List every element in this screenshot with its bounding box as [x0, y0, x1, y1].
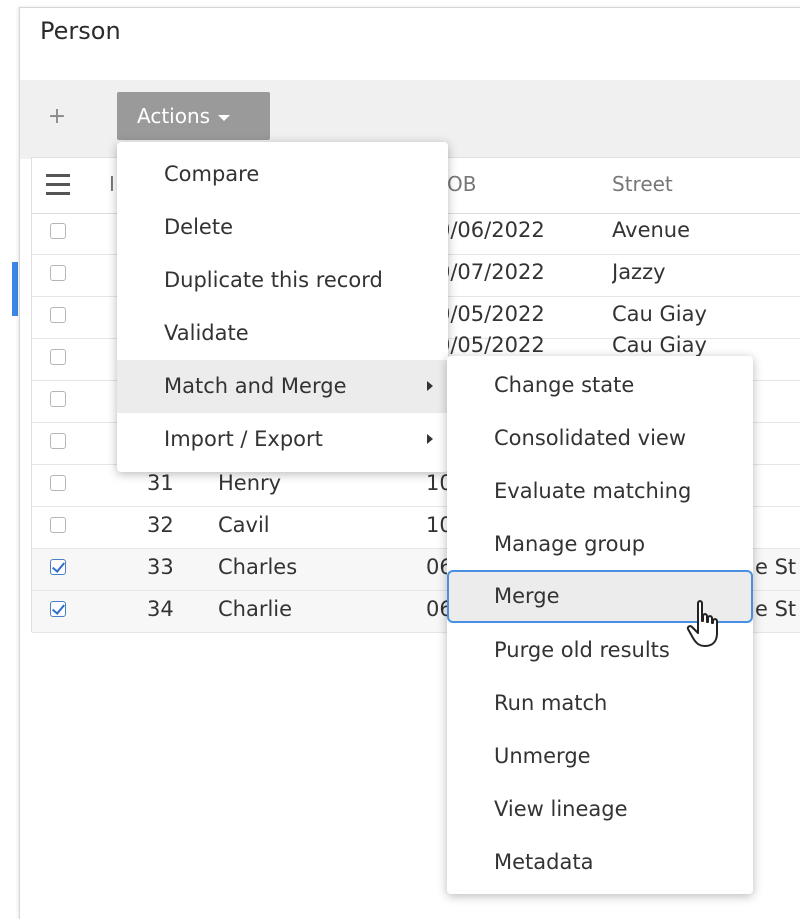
- submenu-item-run-match[interactable]: Run match: [447, 677, 753, 730]
- cell-id: 34: [147, 597, 174, 621]
- menu-item-import-export[interactable]: Import / Export: [117, 413, 448, 466]
- add-button[interactable]: +: [45, 102, 69, 132]
- row-checkbox[interactable]: [50, 559, 66, 575]
- cell-dob: 06: [426, 597, 448, 621]
- row-checkbox[interactable]: [50, 517, 66, 533]
- cell-name: Henry: [218, 471, 282, 495]
- row-checkbox[interactable]: [50, 307, 66, 323]
- screen: Person + Actions I OB Street 0/06/2022 A…: [0, 0, 800, 919]
- cell-name: Cavil: [218, 513, 270, 537]
- cell-id: 33: [147, 555, 174, 579]
- chevron-right-icon: [427, 434, 433, 444]
- submenu-item-consolidated-view[interactable]: Consolidated view: [447, 412, 753, 465]
- menu-item-label: Import / Export: [164, 427, 323, 451]
- cell-dob: 0/05/2022: [437, 333, 545, 357]
- row-checkbox[interactable]: [50, 265, 66, 281]
- actions-menu: Compare Delete Duplicate this record Val…: [117, 142, 448, 472]
- caret-down-icon: [218, 114, 231, 121]
- cell-street: e St: [755, 555, 797, 579]
- row-checkbox[interactable]: [50, 433, 66, 449]
- cell-street: Jazzy: [612, 260, 666, 284]
- menu-item-validate[interactable]: Validate: [117, 307, 448, 360]
- cell-name: Charles: [218, 555, 298, 579]
- submenu-item-view-lineage[interactable]: View lineage: [447, 783, 753, 836]
- cell-id: 31: [147, 471, 174, 495]
- cell-dob: 0/06/2022: [437, 218, 545, 242]
- cell-street: e St: [755, 597, 797, 621]
- menu-item-match-and-merge[interactable]: Match and Merge: [117, 360, 448, 413]
- cell-street: Avenue: [612, 218, 691, 242]
- column-header-street[interactable]: Street: [612, 172, 673, 196]
- cell-dob: 10: [426, 513, 448, 537]
- menu-item-compare[interactable]: Compare: [117, 148, 448, 201]
- hand-pointer-icon: [686, 600, 718, 647]
- actions-button-label: Actions: [137, 104, 211, 128]
- row-checkbox[interactable]: [50, 349, 66, 365]
- submenu-item-change-state[interactable]: Change state: [447, 359, 753, 412]
- cell-name: Charlie: [218, 597, 293, 621]
- submenu-item-metadata[interactable]: Metadata: [447, 836, 753, 889]
- chevron-right-icon: [427, 381, 433, 391]
- menu-item-delete[interactable]: Delete: [117, 201, 448, 254]
- submenu-item-unmerge[interactable]: Unmerge: [447, 730, 753, 783]
- row-checkbox[interactable]: [50, 223, 66, 239]
- column-menu-icon[interactable]: [46, 174, 70, 196]
- cell-id: 32: [147, 513, 174, 537]
- page-title: Person: [40, 17, 121, 45]
- actions-button[interactable]: Actions: [117, 92, 270, 140]
- cell-dob: 06: [426, 555, 448, 579]
- row-checkbox[interactable]: [50, 391, 66, 407]
- cell-dob: 0/05/2022: [437, 302, 545, 326]
- row-checkbox[interactable]: [50, 601, 66, 617]
- cell-street: Cau Giay: [612, 302, 707, 326]
- left-accent-bar: [12, 262, 18, 316]
- column-header-id[interactable]: I: [109, 172, 115, 196]
- cell-street: Cau Giay: [612, 333, 707, 357]
- menu-item-label: Match and Merge: [164, 374, 347, 398]
- row-checkbox[interactable]: [50, 475, 66, 491]
- menu-item-duplicate[interactable]: Duplicate this record: [117, 254, 448, 307]
- cell-dob: 10: [426, 471, 448, 495]
- column-header-dob[interactable]: OB: [447, 172, 476, 196]
- cell-dob: 0/07/2022: [437, 260, 545, 284]
- submenu-item-manage-group[interactable]: Manage group: [447, 518, 753, 571]
- submenu-item-evaluate-matching[interactable]: Evaluate matching: [447, 465, 753, 518]
